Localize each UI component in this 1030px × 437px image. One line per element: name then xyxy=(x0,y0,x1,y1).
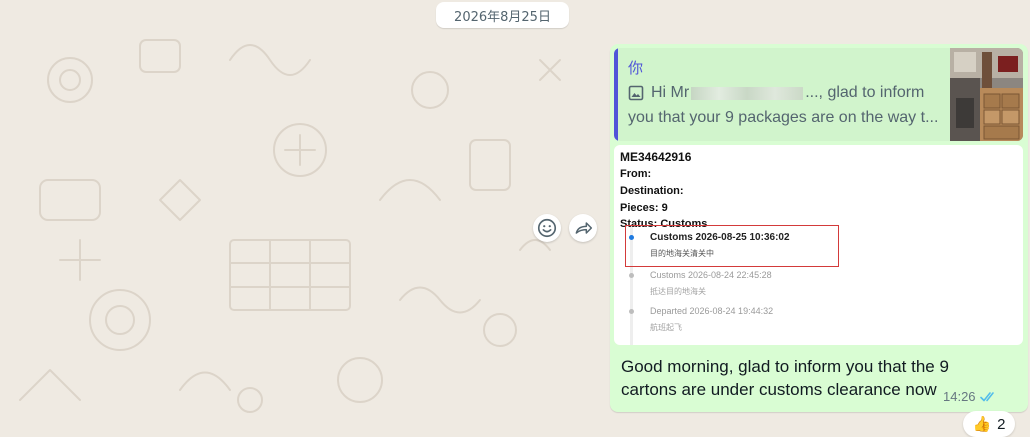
redacted-name xyxy=(691,86,804,100)
quote-text-line2: you that your 9 packages are on the way … xyxy=(628,109,939,126)
double-check-icon xyxy=(979,391,994,401)
timeline-event-title: Departed 2026-08-24 19:44:32 xyxy=(650,306,774,316)
timeline-dot xyxy=(629,309,634,314)
quote-thumbnail xyxy=(950,48,1023,141)
quote-author: 你 xyxy=(628,59,644,77)
tracking-number: ME34642916 xyxy=(620,150,692,164)
tracking-screenshot[interactable]: ME34642916 From: Destination: Pieces: 9 … xyxy=(614,145,1023,345)
highlight-box xyxy=(625,225,839,267)
quoted-message[interactable]: 你 Hi Mr ..., glad to inform you that you… xyxy=(614,48,1023,141)
tracking-pieces: Pieces: 9 xyxy=(620,202,668,214)
emoji-icon xyxy=(537,218,557,238)
quote-accent-bar xyxy=(614,48,618,141)
timeline-event-detail: 抵达目的地海关 xyxy=(650,287,706,296)
message-text: Good morning, glad to inform you that th… xyxy=(621,357,949,399)
reaction-count: 2 xyxy=(997,415,1006,433)
timeline-dot xyxy=(629,273,634,278)
message-bubble[interactable]: 你 Hi Mr ..., glad to inform you that you… xyxy=(610,44,1028,412)
tracking-destination: Destination: xyxy=(620,185,684,197)
reaction-badge[interactable]: 👍 2 xyxy=(963,411,1015,437)
tracking-from: From: xyxy=(620,168,652,180)
timeline-event-detail: 航班起飞 xyxy=(650,323,682,332)
timeline-event-title: Customs 2026-08-24 22:45:28 xyxy=(650,270,772,280)
forward-button[interactable] xyxy=(569,214,597,242)
quote-greeting: Hi Mr xyxy=(651,84,690,101)
thumbs-up-icon: 👍 xyxy=(972,416,992,433)
message-meta: 14:26 xyxy=(943,389,998,404)
image-icon xyxy=(628,85,644,101)
forward-icon xyxy=(575,222,593,234)
quote-greeting-rest: ..., glad to inform xyxy=(805,84,925,101)
quote-text-line1: Hi Mr ..., glad to inform xyxy=(628,84,924,102)
date-separator: 2026年8月25日 xyxy=(436,2,569,28)
message-time: 14:26 xyxy=(943,389,976,404)
react-button[interactable] xyxy=(533,214,561,242)
